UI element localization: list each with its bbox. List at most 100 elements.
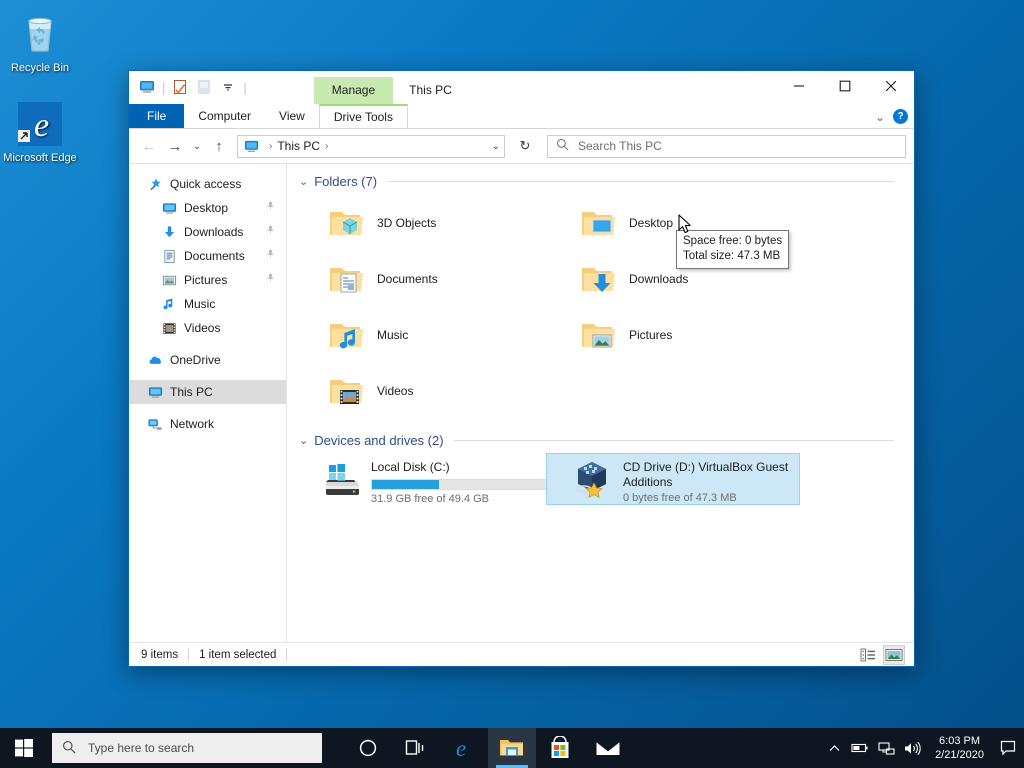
refresh-button[interactable]: ↻ (513, 135, 537, 158)
minimize-button[interactable] (776, 71, 822, 101)
file-explorer-icon[interactable] (488, 728, 536, 768)
list-item-label: Desktop (629, 216, 674, 230)
breadcrumb-separator-2[interactable]: › (320, 141, 333, 152)
sidebar-item-videos[interactable]: Videos (129, 316, 286, 340)
search-placeholder: Search This PC (578, 139, 662, 153)
quick-access-star-icon (147, 176, 163, 192)
list-item[interactable]: Documents (295, 251, 547, 307)
sidebar-item-label: Videos (184, 321, 221, 335)
chevron-down-icon[interactable]: ⌄ (875, 110, 885, 124)
folder-3d-objects-icon (325, 203, 365, 243)
search-input[interactable]: Search This PC (547, 134, 906, 158)
list-item[interactable]: Videos (295, 363, 547, 419)
large-icons-view-button[interactable] (883, 644, 905, 665)
quick-access-toolbar: | | (129, 71, 254, 99)
back-button[interactable]: ← (137, 134, 161, 158)
sidebar-item-music[interactable]: Music (129, 292, 286, 316)
maximize-button[interactable] (822, 71, 868, 101)
taskbar-clock[interactable]: 6:03 PM 2/21/2020 (925, 728, 994, 768)
sidebar-item-network[interactable]: Network (129, 412, 286, 436)
drive-label: CD Drive (D:) VirtualBox Guest Additions (623, 460, 789, 489)
breadcrumb[interactable]: › This PC › ⌄ (237, 134, 505, 158)
window-controls (776, 71, 914, 101)
tab-computer[interactable]: Computer (184, 104, 265, 128)
recent-locations-button[interactable]: ⌄ (189, 134, 205, 158)
breadcrumb-separator-1: › (269, 140, 273, 152)
downloads-icon (161, 224, 177, 240)
pin-icon[interactable] (265, 273, 276, 287)
properties-icon[interactable] (170, 77, 190, 97)
list-item-label: Downloads (629, 272, 689, 286)
title-bar: | | Manage This PC (129, 71, 914, 104)
group-divider (387, 181, 894, 182)
tab-view[interactable]: View (265, 104, 319, 128)
show-hidden-icons-chevron[interactable] (821, 728, 847, 768)
pin-icon[interactable] (265, 201, 276, 215)
new-folder-icon[interactable] (194, 77, 214, 97)
sidebar-item-onedrive[interactable]: OneDrive (129, 348, 286, 372)
tab-drive-tools[interactable]: Drive Tools (318, 104, 408, 128)
microsoft-edge-icon[interactable]: e (440, 728, 488, 768)
chevron-down-icon[interactable]: ⌄ (299, 175, 308, 188)
close-button[interactable] (868, 71, 914, 101)
capacity-bar-fill (372, 480, 439, 489)
navigation-pane: Quick access Desktop Downloads Documents… (129, 164, 287, 642)
help-icon[interactable]: ? (893, 109, 908, 124)
search-icon (556, 138, 569, 154)
forward-button[interactable]: → (163, 134, 187, 158)
drive-local-disk-c[interactable]: Local Disk (C:) 31.9 GB free of 49.4 GB (295, 454, 563, 505)
content-pane: ⌄ Folders (7) 3D Objects Desktop Documen… (287, 164, 914, 642)
folder-music-icon (325, 315, 365, 355)
chevron-down-icon[interactable]: ⌄ (492, 141, 500, 152)
documents-icon (161, 248, 177, 264)
microsoft-store-icon[interactable] (536, 728, 584, 768)
this-pc-icon (244, 139, 259, 154)
pin-icon[interactable] (265, 249, 276, 263)
sidebar-item-label: Quick access (170, 177, 242, 191)
clock-date: 2/21/2020 (935, 749, 984, 761)
sidebar-item-downloads[interactable]: Downloads (129, 220, 286, 244)
sidebar-item-label: This PC (170, 385, 213, 399)
list-item[interactable]: Pictures (547, 307, 799, 363)
mail-icon[interactable] (584, 728, 632, 768)
chevron-down-icon[interactable]: ⌄ (299, 434, 308, 447)
breadcrumb-item-this-pc[interactable]: This PC (277, 139, 320, 153)
volume-icon[interactable] (899, 728, 925, 768)
list-item[interactable]: 3D Objects (295, 195, 547, 251)
action-center-icon[interactable] (994, 728, 1022, 768)
taskbar-search-input[interactable]: Type here to search (52, 733, 322, 763)
network-icon[interactable] (873, 728, 899, 768)
group-header-folders[interactable]: ⌄ Folders (7) (299, 174, 902, 189)
sidebar-item-label: Pictures (184, 273, 228, 287)
battery-icon[interactable] (847, 728, 873, 768)
desktop-icon-microsoft-edge[interactable]: e Microsoft Edge (0, 100, 80, 165)
sidebar-item-quick-access[interactable]: Quick access (129, 172, 286, 196)
desktop-icon-label-line1: Microsoft (3, 152, 48, 164)
status-separator-2 (286, 648, 288, 661)
start-button[interactable] (0, 728, 48, 768)
desktop-icon-recycle-bin[interactable]: Recycle Bin (0, 10, 80, 75)
this-pc-icon[interactable] (137, 77, 157, 97)
pin-icon[interactable] (265, 225, 276, 239)
up-button[interactable]: ↑ (207, 134, 231, 158)
folder-documents-icon (325, 259, 365, 299)
view-buttons (858, 644, 908, 665)
group-header-devices-and-drives[interactable]: ⌄ Devices and drives (2) (299, 433, 902, 448)
tab-file[interactable]: File (129, 104, 185, 128)
network-icon (147, 416, 163, 432)
ribbon-right-controls: ⌄ ? (875, 104, 908, 129)
sidebar-item-documents[interactable]: Documents (129, 244, 286, 268)
sidebar-item-this-pc[interactable]: This PC (129, 380, 286, 404)
videos-icon (161, 320, 177, 336)
drive-cd-drive-d[interactable]: CD Drive (D:) VirtualBox Guest Additions… (546, 453, 800, 505)
details-view-button[interactable] (858, 646, 878, 664)
folder-downloads-icon (577, 259, 617, 299)
svg-text:e: e (456, 736, 466, 761)
list-item[interactable]: Music (295, 307, 547, 363)
sidebar-item-desktop[interactable]: Desktop (129, 196, 286, 220)
sidebar-item-pictures[interactable]: Pictures (129, 268, 286, 292)
customize-dropdown-icon[interactable] (218, 77, 238, 97)
status-bar: 9 items 1 item selected (129, 642, 914, 666)
cortana-icon[interactable] (344, 728, 392, 768)
task-view-icon[interactable] (392, 728, 440, 768)
